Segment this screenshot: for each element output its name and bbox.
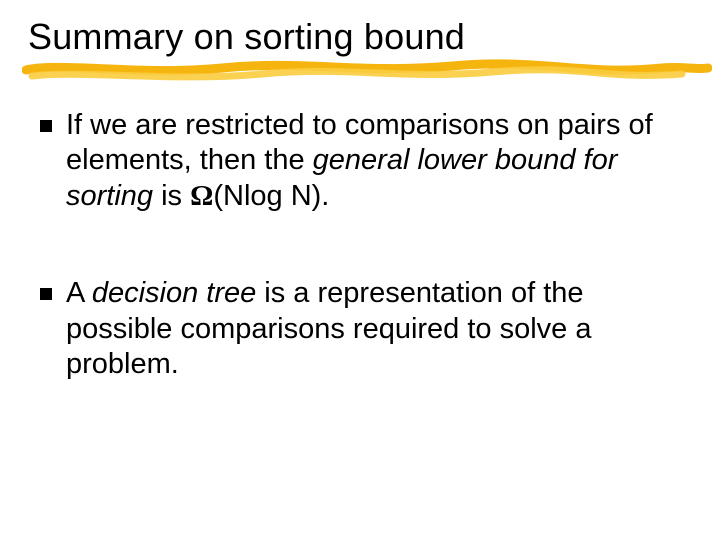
text-run: is [153,180,190,212]
omega-symbol: Ω [190,180,213,212]
bullet-text: If we are restricted to comparisons on p… [66,108,688,214]
slide-title: Summary on sorting bound [28,16,692,58]
emphasis-text: decision tree [92,277,256,309]
title-underline [22,56,712,84]
text-run: A [66,277,92,309]
bullet-marker-icon [40,288,52,300]
slide: Summary on sorting bound If we are restr… [0,0,720,540]
text-run: (Nlog N). [213,180,329,212]
bullet-marker-icon [40,120,52,132]
bullet-item: A decision tree is a representation of t… [40,276,688,382]
bullet-text: A decision tree is a representation of t… [66,276,688,382]
bullet-item: If we are restricted to comparisons on p… [40,108,688,214]
slide-body: If we are restricted to comparisons on p… [28,108,692,382]
